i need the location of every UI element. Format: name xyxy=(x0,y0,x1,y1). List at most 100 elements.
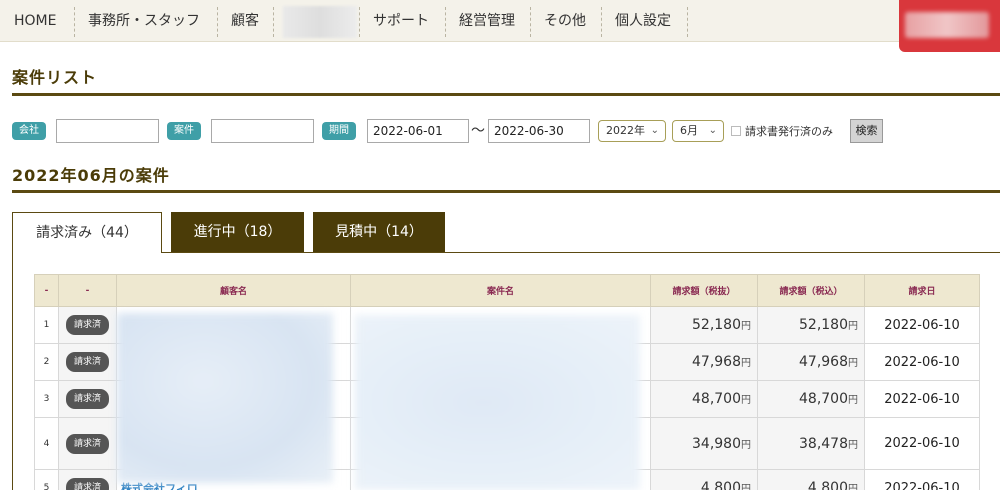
nav-item-redacted[interactable] xyxy=(283,6,357,38)
tab-estimating[interactable]: 見積中（14） xyxy=(313,212,445,252)
row-index: 3 xyxy=(34,380,59,418)
amount-in-tax-cell: 52,180円 xyxy=(757,306,865,344)
col-header-amount-in-tax[interactable]: 請求額（税込） xyxy=(757,274,865,307)
nav-divider xyxy=(359,7,360,37)
amount-in-tax: 38,478 xyxy=(799,435,848,452)
chevron-down-icon: ⌄ xyxy=(708,125,717,136)
tab-in-progress[interactable]: 進行中（18） xyxy=(171,212,304,252)
status-cell: 請求済 xyxy=(58,343,117,381)
year-select-value: 2022年 xyxy=(606,124,645,137)
tab-invoiced[interactable]: 請求済み（44） xyxy=(12,212,162,253)
status-badge[interactable]: 請求済 xyxy=(65,478,109,490)
amount-ex-tax-cell: 47,968円 xyxy=(650,343,758,381)
yen-unit: 円 xyxy=(848,395,858,406)
yen-unit: 円 xyxy=(741,439,751,451)
status-cell: 請求済 xyxy=(58,417,117,470)
page-title: 案件リスト xyxy=(12,68,98,87)
status-cell: 請求済 xyxy=(58,469,117,490)
row-index: 2 xyxy=(34,343,59,381)
status-badge[interactable]: 請求済 xyxy=(65,389,109,409)
status-badge[interactable]: 請求済 xyxy=(65,315,109,335)
amount-in-tax-cell: 48,700円 xyxy=(757,380,865,418)
year-select[interactable]: 2022年 ⌄ xyxy=(598,120,666,142)
case-tag: 案件 xyxy=(167,122,201,140)
nav-divider xyxy=(687,7,688,37)
status-cell: 請求済 xyxy=(58,306,117,344)
nav-divider xyxy=(217,7,218,37)
invoice-date: 2022-06-10 xyxy=(864,380,980,418)
section-title: 2022年06月の案件 xyxy=(12,166,170,185)
month-select[interactable]: 6月 ⌄ xyxy=(672,120,724,142)
date-to-input[interactable] xyxy=(488,119,590,143)
table-header-row: - - 顧客名 案件名 請求額（税抜） 請求額（税込） 請求日 xyxy=(34,274,980,307)
amount-in-tax: 4,800 xyxy=(807,480,848,490)
invoice-only-label: 請求書発行済のみ xyxy=(745,125,833,138)
nav-other[interactable]: その他 xyxy=(544,0,586,42)
col-header-invoice-date[interactable]: 請求日 xyxy=(864,274,980,307)
amount-ex-tax: 48,700 xyxy=(692,391,741,407)
invoice-date: 2022-06-10 xyxy=(864,417,980,470)
amount-ex-tax-cell: 4,800円 xyxy=(650,469,758,490)
period-tag: 期間 xyxy=(322,122,356,140)
invoice-date: 2022-06-10 xyxy=(864,343,980,381)
nav-divider xyxy=(273,7,274,37)
amount-ex-tax-cell: 52,180円 xyxy=(650,306,758,344)
section-rule xyxy=(12,190,1000,193)
amount-in-tax-cell: 47,968円 xyxy=(757,343,865,381)
date-separator: 〜 xyxy=(471,123,485,139)
row-index: 4 xyxy=(34,417,59,470)
col-header-status[interactable]: - xyxy=(58,274,117,307)
nav-personal-settings[interactable]: 個人設定 xyxy=(615,0,671,42)
nav-divider xyxy=(74,7,75,37)
row-index: 1 xyxy=(34,306,59,344)
nav-customers[interactable]: 顧客 xyxy=(231,0,259,42)
title-rule xyxy=(12,93,1000,96)
case-input[interactable] xyxy=(211,119,314,143)
company-tag: 会社 xyxy=(12,122,46,140)
yen-unit: 円 xyxy=(848,484,858,490)
amount-ex-tax-cell: 48,700円 xyxy=(650,380,758,418)
top-nav: HOME 事務所・スタッフ 顧客 サポート 経営管理 その他 個人設定 xyxy=(0,0,1000,42)
case-names-redacted xyxy=(355,315,640,490)
amount-ex-tax: 52,180 xyxy=(692,317,741,333)
yen-unit: 円 xyxy=(741,484,751,490)
amount-ex-tax-cell: 34,980円 xyxy=(650,417,758,470)
search-button[interactable]: 検索 xyxy=(850,119,883,143)
yen-unit: 円 xyxy=(741,358,751,369)
status-cell: 請求済 xyxy=(58,380,117,418)
nav-support[interactable]: サポート xyxy=(373,0,429,42)
amount-in-tax-cell: 38,478円 xyxy=(757,417,865,470)
amount-ex-tax: 34,980 xyxy=(692,435,741,452)
nav-divider xyxy=(530,7,531,37)
status-badge[interactable]: 請求済 xyxy=(65,352,109,372)
col-header-customer[interactable]: 顧客名 xyxy=(116,274,351,307)
yen-unit: 円 xyxy=(848,439,858,451)
month-select-value: 6月 xyxy=(680,124,698,137)
invoice-date: 2022-06-10 xyxy=(864,306,980,344)
company-input[interactable] xyxy=(56,119,159,143)
amount-in-tax: 52,180 xyxy=(799,317,848,333)
amount-in-tax-cell: 4,800円 xyxy=(757,469,865,490)
yen-unit: 円 xyxy=(848,321,858,332)
nav-office-staff[interactable]: 事務所・スタッフ xyxy=(88,0,200,42)
status-badge[interactable]: 請求済 xyxy=(65,433,109,454)
customer-names-redacted xyxy=(117,313,333,483)
amount-in-tax: 48,700 xyxy=(799,391,848,407)
account-name-redacted xyxy=(905,12,989,38)
invoice-date: 2022-06-10 xyxy=(864,469,980,490)
yen-unit: 円 xyxy=(848,358,858,369)
yen-unit: 円 xyxy=(741,395,751,406)
col-header-index[interactable]: - xyxy=(34,274,59,307)
invoice-only-checkbox[interactable] xyxy=(731,126,741,136)
date-from-input[interactable] xyxy=(367,119,469,143)
yen-unit: 円 xyxy=(741,321,751,332)
col-header-case[interactable]: 案件名 xyxy=(350,274,651,307)
amount-ex-tax: 47,968 xyxy=(692,354,741,370)
nav-home[interactable]: HOME xyxy=(14,0,56,42)
amount-ex-tax: 4,800 xyxy=(700,480,741,490)
amount-in-tax: 47,968 xyxy=(799,354,848,370)
col-header-amount-ex-tax[interactable]: 請求額（税抜） xyxy=(650,274,758,307)
nav-management[interactable]: 経営管理 xyxy=(459,0,515,42)
row-index: 5 xyxy=(34,469,59,490)
chevron-down-icon: ⌄ xyxy=(650,125,659,136)
